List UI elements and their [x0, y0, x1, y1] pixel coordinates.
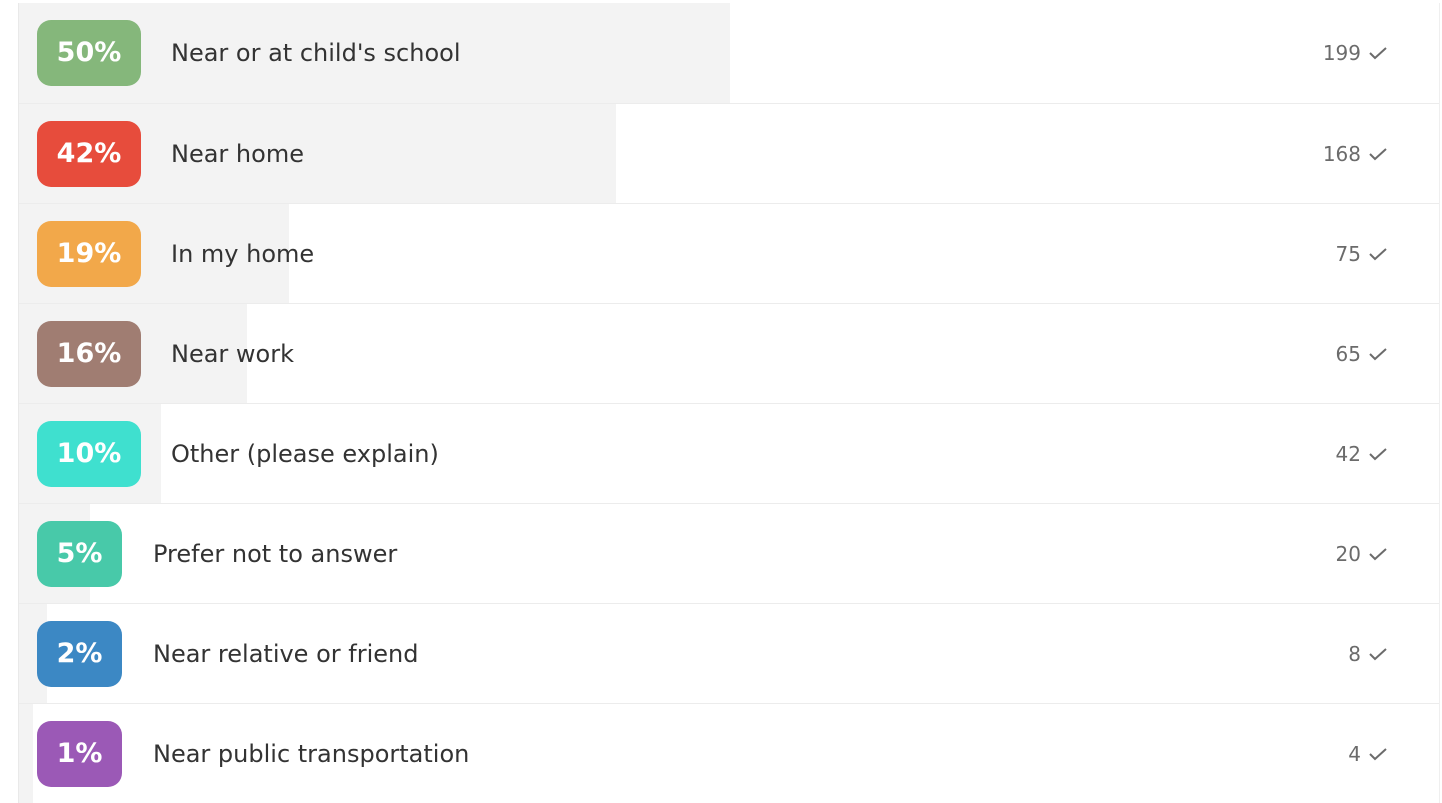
percent-badge: 10%: [37, 421, 141, 487]
check-icon: [1369, 547, 1387, 561]
vote-count-value: 65: [1335, 342, 1361, 366]
check-icon: [1369, 647, 1387, 661]
check-icon: [1369, 247, 1387, 261]
percent-badge: 5%: [37, 521, 122, 587]
percent-badge: 2%: [37, 621, 122, 687]
vote-count: 75: [1336, 204, 1387, 303]
vote-count: 65: [1336, 304, 1387, 403]
poll-option-row[interactable]: 2% Near relative or friend 8: [19, 603, 1439, 703]
vote-count: 42: [1336, 404, 1387, 503]
check-icon: [1369, 747, 1387, 761]
percent-badge: 16%: [37, 321, 141, 387]
vote-count-value: 199: [1322, 41, 1361, 65]
poll-option-row[interactable]: 1% Near public transportation 4: [19, 703, 1439, 803]
poll-option-row[interactable]: 50% Near or at child's school 199: [19, 3, 1439, 103]
percent-badge: 1%: [37, 721, 122, 787]
percent-badge: 50%: [37, 20, 141, 86]
vote-count-value: 42: [1335, 442, 1361, 466]
vote-count-value: 8: [1348, 642, 1361, 666]
vote-count: 8: [1348, 604, 1387, 703]
option-label: Near home: [171, 140, 304, 168]
vote-count-value: 4: [1348, 742, 1361, 766]
poll-option-row[interactable]: 16% Near work 65: [19, 303, 1439, 403]
vote-count: 4: [1348, 704, 1387, 803]
percent-badge: 19%: [37, 221, 141, 287]
option-label: Other (please explain): [171, 440, 439, 468]
option-label: Near work: [171, 340, 294, 368]
vote-count: 199: [1323, 3, 1387, 103]
check-icon: [1369, 147, 1387, 161]
poll-option-row[interactable]: 10% Other (please explain) 42: [19, 403, 1439, 503]
check-icon: [1369, 347, 1387, 361]
poll-option-row[interactable]: 42% Near home 168: [19, 103, 1439, 203]
poll-option-row[interactable]: 19% In my home 75: [19, 203, 1439, 303]
check-icon: [1369, 447, 1387, 461]
vote-count-value: 168: [1322, 142, 1361, 166]
option-label: Near or at child's school: [171, 39, 461, 67]
option-label: Near relative or friend: [153, 640, 419, 668]
option-label: In my home: [171, 240, 315, 268]
percent-badge: 42%: [37, 121, 141, 187]
check-icon: [1369, 46, 1387, 60]
vote-count-value: 75: [1335, 242, 1361, 266]
option-label: Prefer not to answer: [153, 540, 398, 568]
result-fill-bar: [19, 704, 33, 803]
vote-count: 20: [1336, 504, 1387, 603]
vote-count: 168: [1323, 104, 1387, 203]
vote-count-value: 20: [1335, 542, 1361, 566]
poll-option-row[interactable]: 5% Prefer not to answer 20: [19, 503, 1439, 603]
poll-results: 50% Near or at child's school 199 42% Ne…: [18, 3, 1440, 803]
option-label: Near public transportation: [153, 740, 470, 768]
